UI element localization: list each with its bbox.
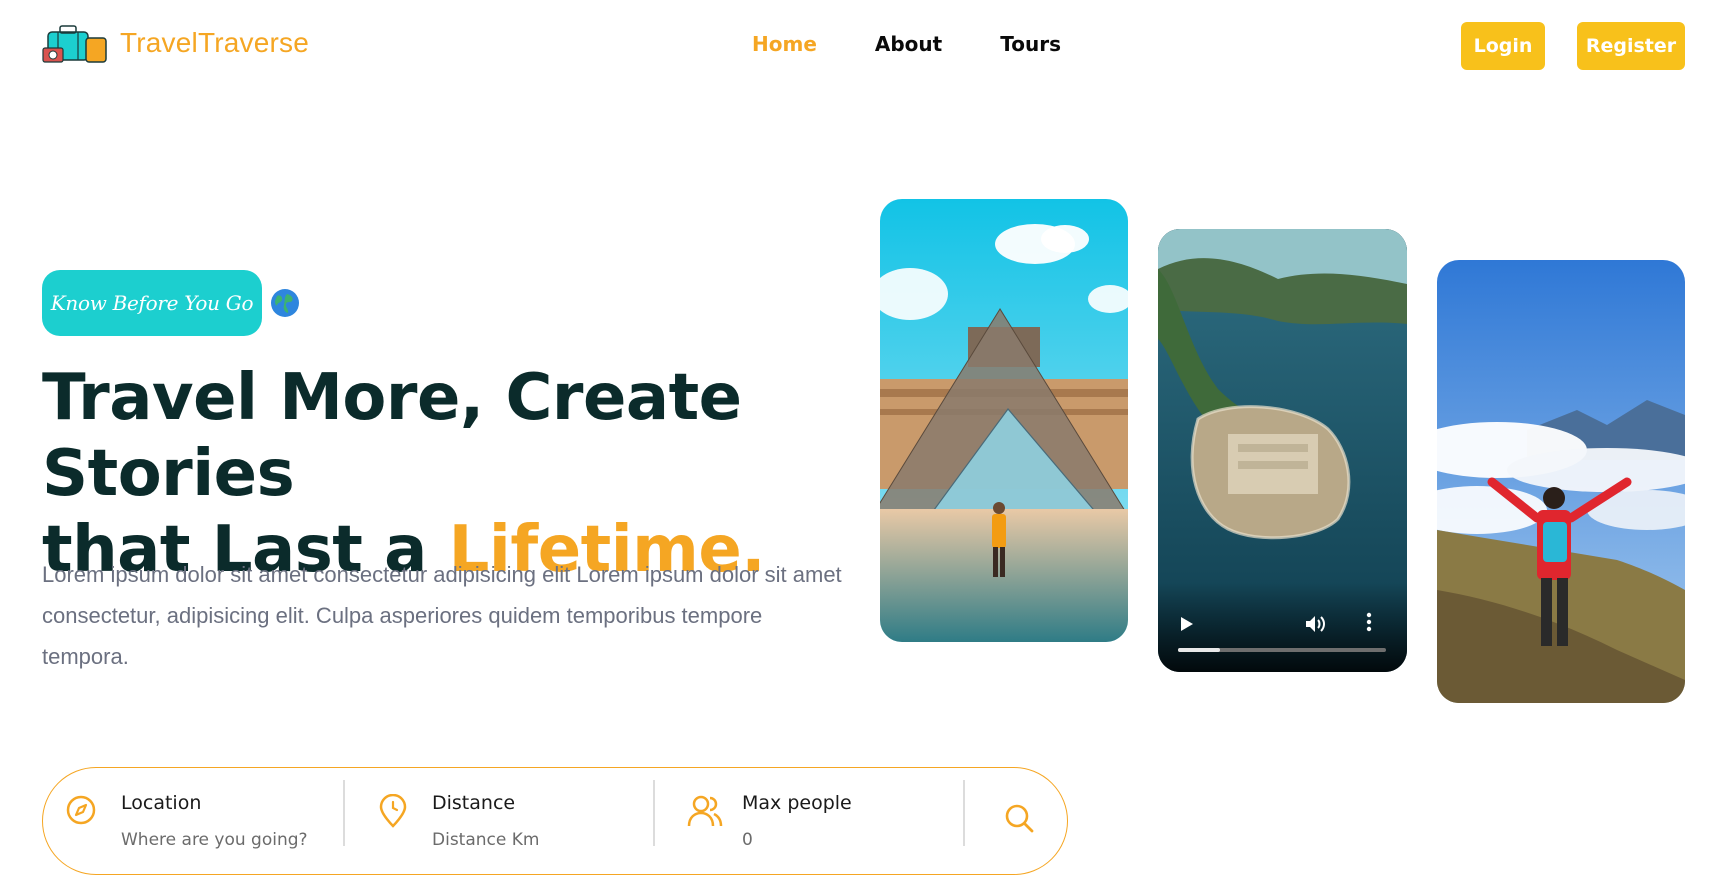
map-pin-icon xyxy=(378,793,408,833)
video-controls xyxy=(1158,582,1407,672)
divider xyxy=(653,780,655,846)
tagline-group: Know Before You Go xyxy=(42,270,300,336)
video-progress-bar[interactable] xyxy=(1178,648,1386,652)
distance-label: Distance xyxy=(432,792,516,814)
divider xyxy=(963,780,965,846)
hero-title-line1: Travel More, Create Stories xyxy=(42,361,742,511)
suitcase-logo-icon xyxy=(42,22,110,64)
location-label: Location xyxy=(121,792,202,814)
nav-home[interactable]: Home xyxy=(752,32,817,56)
max-people-label: Max people xyxy=(742,792,852,814)
hero-description: Lorem ipsum dolor sit amet consectetur a… xyxy=(42,562,842,669)
users-icon xyxy=(687,794,723,833)
search-icon[interactable] xyxy=(1003,802,1035,839)
brand-name: TravelTraverse xyxy=(120,27,309,58)
fortress-video[interactable] xyxy=(1158,229,1407,672)
location-input[interactable] xyxy=(121,830,321,850)
video-progress-fill xyxy=(1178,648,1220,652)
play-icon[interactable] xyxy=(1180,616,1194,632)
tagline-badge: Know Before You Go xyxy=(42,270,262,336)
globe-icon xyxy=(270,288,300,318)
max-people-field: Max people xyxy=(742,780,962,862)
main-nav: Home About Tours xyxy=(752,32,1061,56)
louvre-image xyxy=(880,199,1128,642)
location-field: Location xyxy=(121,780,341,862)
hiker-image xyxy=(1437,260,1685,703)
volume-icon[interactable] xyxy=(1304,614,1326,634)
site-header: TravelTraverse Home About Tours Login Re… xyxy=(0,0,1717,92)
more-options-icon[interactable] xyxy=(1366,612,1372,632)
register-button[interactable]: Register xyxy=(1577,22,1685,70)
max-people-input[interactable] xyxy=(742,830,942,850)
divider xyxy=(343,780,345,846)
nav-tours[interactable]: Tours xyxy=(1000,32,1061,56)
brand-logo[interactable]: TravelTraverse xyxy=(42,22,309,64)
distance-input[interactable] xyxy=(432,830,632,850)
distance-field: Distance xyxy=(432,780,652,862)
login-button[interactable]: Login xyxy=(1461,22,1545,70)
tour-search-bar: Location Distance Max people xyxy=(42,767,1068,875)
nav-about[interactable]: About xyxy=(875,32,942,56)
compass-icon xyxy=(65,794,97,831)
